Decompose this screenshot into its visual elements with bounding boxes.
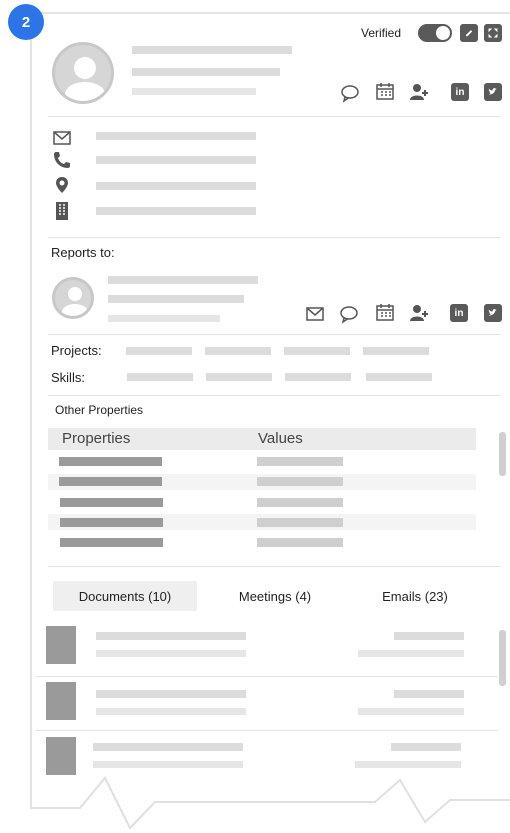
project-chip — [363, 347, 429, 355]
document-date-placeholder — [391, 743, 461, 751]
email-icon — [52, 128, 72, 148]
divider — [48, 395, 500, 396]
divider — [36, 676, 498, 677]
document-meta-placeholder — [358, 650, 464, 657]
torn-edge — [30, 776, 510, 830]
add-user-icon[interactable] — [410, 82, 430, 102]
profile-subtitle-placeholder — [132, 88, 256, 95]
expand-icon[interactable] — [484, 24, 502, 42]
property-name-cell — [60, 498, 163, 507]
verified-label: Verified — [361, 26, 402, 40]
profile-avatar[interactable] — [52, 42, 114, 104]
property-name-cell — [59, 457, 162, 466]
other-properties-title: Other Properties — [55, 403, 144, 417]
project-chip — [284, 347, 350, 355]
address-placeholder — [96, 182, 256, 190]
property-name-cell — [60, 538, 163, 547]
document-title-placeholder — [96, 632, 246, 640]
property-value-cell — [257, 498, 343, 507]
skill-chip — [285, 373, 351, 381]
document-meta-placeholder — [355, 761, 461, 768]
column-header-properties[interactable]: Properties — [62, 430, 130, 447]
divider — [36, 730, 498, 731]
skill-chip — [206, 373, 272, 381]
chat-icon[interactable] — [339, 304, 359, 324]
document-title-placeholder — [96, 690, 246, 698]
property-value-cell — [257, 457, 343, 466]
divider — [48, 566, 500, 567]
phone-placeholder — [96, 156, 256, 164]
document-thumbnail[interactable] — [46, 682, 76, 720]
location-icon — [52, 175, 72, 195]
twitter-icon[interactable] — [484, 83, 502, 101]
step-badge: 2 — [8, 4, 44, 40]
reports-to-label: Reports to: — [51, 245, 115, 260]
calendar-icon[interactable] — [375, 302, 395, 322]
tab-emails[interactable]: Emails (23) — [345, 581, 485, 611]
documents-scrollbar[interactable] — [499, 630, 506, 686]
verified-toggle[interactable] — [418, 24, 452, 42]
twitter-icon[interactable] — [484, 304, 502, 322]
skills-label: Skills: — [51, 370, 85, 385]
project-chip — [205, 347, 271, 355]
divider — [48, 237, 500, 238]
document-date-placeholder — [394, 632, 464, 640]
manager-subtitle-placeholder — [108, 315, 220, 322]
calendar-icon[interactable] — [375, 81, 395, 101]
profile-title-placeholder — [132, 68, 280, 76]
profile-name-placeholder — [132, 46, 292, 54]
linkedin-icon[interactable]: in — [451, 83, 469, 101]
tab-meetings[interactable]: Meetings (4) — [205, 581, 345, 611]
divider — [48, 334, 500, 335]
column-header-values[interactable]: Values — [258, 430, 303, 447]
project-chip — [126, 347, 192, 355]
phone-icon — [52, 150, 72, 170]
tab-documents[interactable]: Documents (10) — [53, 581, 197, 611]
document-subtitle-placeholder — [93, 761, 243, 768]
document-date-placeholder — [394, 690, 464, 698]
manager-avatar[interactable] — [52, 277, 94, 319]
document-title-placeholder — [93, 743, 243, 751]
skill-chip — [366, 373, 432, 381]
manager-title-placeholder — [108, 295, 244, 303]
email-placeholder — [96, 132, 256, 140]
document-thumbnail[interactable] — [46, 626, 76, 664]
property-name-cell — [59, 477, 162, 486]
document-subtitle-placeholder — [96, 650, 246, 657]
property-name-cell — [60, 518, 163, 527]
building-icon — [52, 201, 72, 221]
document-meta-placeholder — [358, 708, 464, 715]
linkedin-icon[interactable]: in — [450, 304, 468, 322]
chat-icon[interactable] — [340, 83, 360, 103]
property-value-cell — [257, 518, 343, 527]
email-icon[interactable] — [305, 304, 325, 324]
add-user-icon[interactable] — [410, 303, 430, 323]
properties-scrollbar[interactable] — [499, 432, 506, 476]
divider — [48, 116, 500, 117]
company-placeholder — [96, 207, 256, 215]
edit-icon[interactable] — [460, 24, 478, 42]
property-value-cell — [257, 538, 343, 547]
projects-label: Projects: — [51, 343, 102, 358]
manager-name-placeholder — [108, 276, 258, 284]
document-subtitle-placeholder — [96, 708, 246, 715]
skill-chip — [127, 373, 193, 381]
property-value-cell — [257, 477, 343, 486]
